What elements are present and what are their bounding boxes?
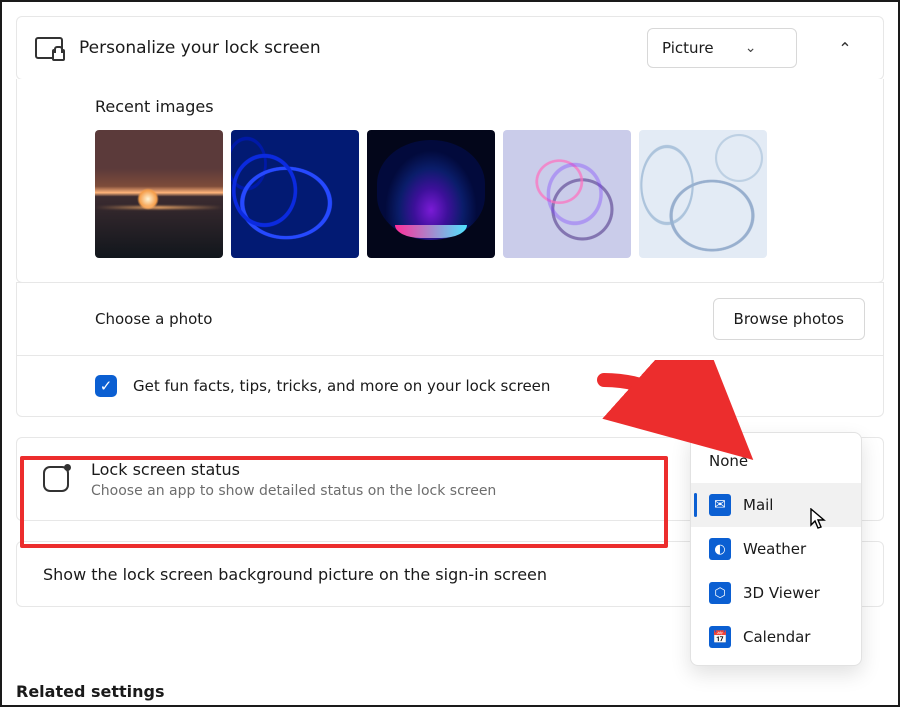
status-option-label: Mail (743, 496, 773, 514)
choose-photo-label: Choose a photo (95, 310, 212, 328)
status-option-label: Weather (743, 540, 806, 558)
fun-facts-checkbox[interactable] (95, 375, 117, 397)
status-title: Lock screen status (91, 460, 496, 479)
status-subtitle: Choose an app to show detailed status on… (91, 483, 496, 499)
recent-image-3[interactable] (503, 130, 631, 258)
status-text-block: Lock screen status Choose an app to show… (91, 460, 496, 499)
status-option-label: 3D Viewer (743, 584, 820, 602)
recent-images-title: Recent images (95, 97, 865, 116)
weather-icon (709, 538, 731, 560)
settings-window: Personalize your lock screen Picture ⌄ ⌃… (0, 0, 900, 707)
browse-photos-label: Browse photos (734, 310, 844, 328)
fun-facts-row: Get fun facts, tips, tricks, and more on… (16, 355, 884, 417)
lock-type-dropdown[interactable]: Picture ⌄ (647, 28, 797, 68)
status-option-mail[interactable]: Mail (691, 483, 861, 527)
chevron-down-icon: ⌄ (744, 40, 758, 56)
recent-images-section: Recent images (16, 79, 884, 283)
status-option-label: Calendar (743, 628, 810, 646)
related-settings-heading: Related settings (16, 682, 165, 701)
mail-icon (709, 494, 731, 516)
recent-thumbs (95, 130, 865, 258)
collapse-button[interactable]: ⌃ (825, 28, 865, 68)
show-bg-label: Show the lock screen background picture … (43, 565, 547, 584)
status-apps-flyout: None Mail Weather 3D Viewer Calendar (690, 432, 862, 666)
status-option-calendar[interactable]: Calendar (691, 615, 861, 659)
cube-icon (709, 582, 731, 604)
chevron-up-icon: ⌃ (838, 39, 851, 58)
recent-image-1[interactable] (231, 130, 359, 258)
browse-photos-button[interactable]: Browse photos (713, 298, 865, 340)
app-status-icon (43, 466, 69, 492)
status-option-none[interactable]: None (691, 439, 861, 483)
status-option-label: None (709, 452, 748, 470)
choose-photo-row: Choose a photo Browse photos (16, 282, 884, 356)
personalize-row: Personalize your lock screen Picture ⌄ ⌃ (16, 16, 884, 80)
fun-facts-label: Get fun facts, tips, tricks, and more on… (133, 377, 550, 395)
personalize-title: Personalize your lock screen (79, 38, 321, 58)
status-option-weather[interactable]: Weather (691, 527, 861, 571)
monitor-lock-icon (35, 37, 63, 59)
recent-image-0[interactable] (95, 130, 223, 258)
calendar-icon (709, 626, 731, 648)
status-option-3dviewer[interactable]: 3D Viewer (691, 571, 861, 615)
recent-image-2[interactable] (367, 130, 495, 258)
lock-type-value: Picture (662, 39, 714, 57)
recent-image-4[interactable] (639, 130, 767, 258)
